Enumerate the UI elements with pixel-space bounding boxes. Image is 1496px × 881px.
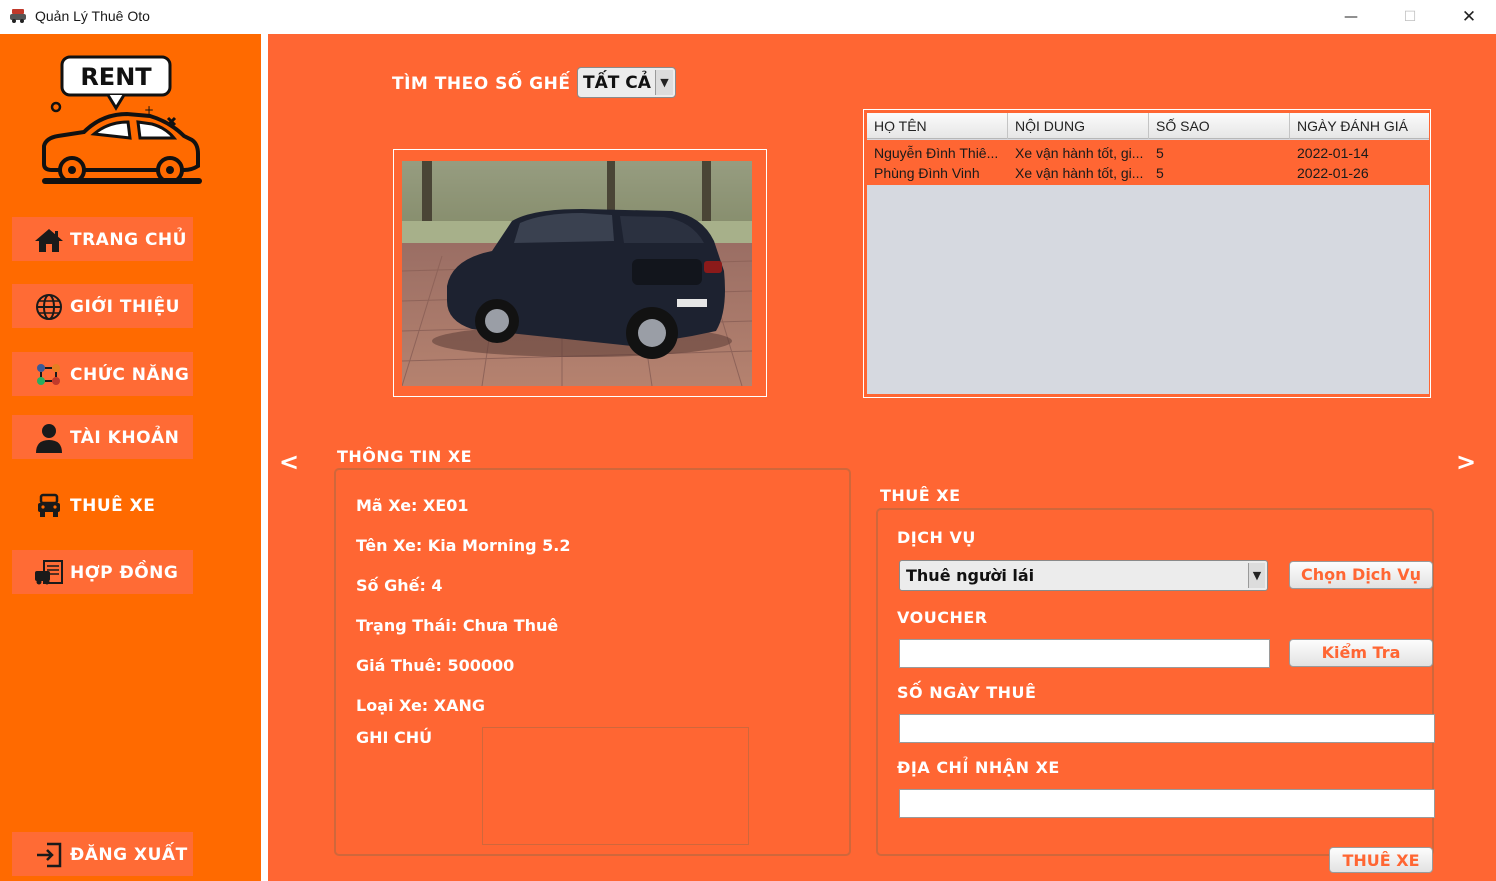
review-date: 2022-01-14 bbox=[1297, 145, 1369, 161]
chevron-down-icon[interactable]: ▼ bbox=[655, 70, 673, 95]
table-row[interactable]: Nguyễn Đình Thiê... Xe vận hành tốt, gi.… bbox=[867, 143, 1429, 163]
car-photo bbox=[402, 161, 752, 386]
column-header-name[interactable]: HỌ TÊN bbox=[867, 113, 1008, 139]
voucher-input[interactable] bbox=[899, 639, 1270, 668]
review-stars: 5 bbox=[1156, 165, 1164, 181]
review-name: Phùng Đình Vinh bbox=[874, 165, 980, 181]
sidebar-item-label: GIỚI THIỆU bbox=[70, 297, 180, 317]
user-icon bbox=[34, 424, 64, 453]
rent-panel: DỊCH VỤ Thuê người lái ▼ Chọn Dịch Vụ VO… bbox=[876, 508, 1435, 873]
rent-title: THUÊ XE bbox=[880, 486, 961, 505]
logout-icon bbox=[34, 841, 64, 869]
check-voucher-button[interactable]: Kiểm Tra bbox=[1289, 639, 1433, 667]
rent-submit-button[interactable]: THUÊ XE bbox=[1329, 847, 1433, 873]
car-photo-frame bbox=[393, 149, 767, 397]
column-header-date[interactable]: NGÀY ĐÁNH GIÁ bbox=[1290, 113, 1429, 139]
main-panel: TÌM THEO SỐ GHẾ TẤT CẢ ▼ HỌ TÊN NỘI DUNG… bbox=[268, 34, 1496, 881]
chevron-down-icon[interactable]: ▼ bbox=[1248, 563, 1265, 588]
sidebar-item-home[interactable]: TRANG CHỦ bbox=[12, 217, 193, 261]
car-seats: Số Ghế: 4 bbox=[356, 576, 443, 595]
service-label: DỊCH VỤ bbox=[897, 528, 976, 547]
rent-logo: + RENT bbox=[42, 55, 202, 184]
review-content: Xe vận hành tốt, gi... bbox=[1015, 145, 1144, 161]
sidebar-item-label: TRANG CHỦ bbox=[70, 230, 187, 250]
car-id: Mã Xe: XE01 bbox=[356, 496, 469, 515]
pickup-address-input[interactable] bbox=[899, 789, 1435, 818]
service-select[interactable]: Thuê người lái ▼ bbox=[899, 560, 1268, 591]
app-car-icon bbox=[10, 9, 26, 23]
column-header-stars[interactable]: SỐ SAO bbox=[1149, 113, 1290, 139]
maximize-button[interactable]: ☐ bbox=[1381, 0, 1439, 34]
contract-icon bbox=[34, 559, 64, 587]
pickup-address-label: ĐỊA CHỈ NHẬN XE bbox=[897, 758, 1060, 777]
sidebar-item-label: TÀI KHOẢN bbox=[70, 428, 180, 448]
next-car-button[interactable]: > bbox=[1456, 448, 1476, 476]
seat-filter-label: TÌM THEO SỐ GHẾ bbox=[392, 74, 571, 94]
globe-icon bbox=[34, 293, 64, 321]
sidebar-item-about[interactable]: GIỚI THIỆU bbox=[12, 284, 193, 328]
review-name: Nguyễn Đình Thiê... bbox=[874, 145, 999, 161]
table-row[interactable]: Phùng Đình Vinh Xe vận hành tốt, gi... 5… bbox=[867, 163, 1429, 183]
sidebar-item-label: CHỨC NĂNG bbox=[70, 365, 190, 385]
car-type: Loại Xe: XANG bbox=[356, 696, 486, 715]
car-status: Trạng Thái: Chưa Thuê bbox=[356, 616, 559, 635]
sidebar-item-contract[interactable]: HỢP ĐỒNG bbox=[12, 550, 193, 594]
reviews-table-header: HỌ TÊN NỘI DUNG SỐ SAO NGÀY ĐÁNH GIÁ bbox=[867, 113, 1429, 139]
review-content: Xe vận hành tốt, gi... bbox=[1015, 165, 1144, 181]
note-label: GHI CHÚ bbox=[356, 728, 433, 747]
car-name: Tên Xe: Kia Morning 5.2 bbox=[356, 536, 571, 555]
sidebar: + RENT TRANG CHỦ GIỚI THIỆU CHỨC NĂNG TÀ… bbox=[0, 34, 261, 881]
voucher-label: VOUCHER bbox=[897, 608, 988, 627]
car-info-panel: Mã Xe: XE01 Tên Xe: Kia Morning 5.2 Số G… bbox=[334, 468, 851, 856]
logo-text: RENT bbox=[80, 63, 152, 91]
home-icon bbox=[34, 226, 64, 254]
features-icon bbox=[34, 361, 64, 389]
sidebar-divider bbox=[261, 34, 268, 881]
seat-filter-select[interactable]: TẤT CẢ ▼ bbox=[577, 67, 676, 98]
sidebar-item-account[interactable]: TÀI KHOẢN bbox=[12, 415, 193, 459]
previous-car-button[interactable]: < bbox=[279, 448, 299, 476]
reviews-table-body: Nguyễn Đình Thiê... Xe vận hành tốt, gi.… bbox=[867, 140, 1429, 185]
review-date: 2022-01-26 bbox=[1297, 165, 1369, 181]
sidebar-item-label: HỢP ĐỒNG bbox=[70, 563, 179, 583]
logout-button[interactable]: ĐĂNG XUẤT bbox=[12, 832, 193, 876]
logout-label: ĐĂNG XUẤT bbox=[70, 845, 188, 865]
seat-filter-value: TẤT CẢ bbox=[583, 72, 651, 93]
choose-service-button[interactable]: Chọn Dịch Vụ bbox=[1289, 561, 1433, 589]
car-price: Giá Thuê: 500000 bbox=[356, 656, 515, 675]
service-select-value: Thuê người lái bbox=[906, 566, 1035, 585]
rental-days-input[interactable] bbox=[899, 714, 1435, 743]
rental-days-label: SỐ NGÀY THUÊ bbox=[897, 683, 1037, 702]
sidebar-item-features[interactable]: CHỨC NĂNG bbox=[12, 352, 193, 396]
review-stars: 5 bbox=[1156, 145, 1164, 161]
window-titlebar: Quản Lý Thuê Oto — ☐ ✕ bbox=[0, 0, 1496, 34]
note-textarea[interactable] bbox=[482, 727, 749, 845]
car-info-title: THÔNG TIN XE bbox=[337, 447, 473, 466]
reviews-table-viewport[interactable]: HỌ TÊN NỘI DUNG SỐ SAO NGÀY ĐÁNH GIÁ Ngu… bbox=[867, 113, 1429, 394]
column-header-content[interactable]: NỘI DUNG bbox=[1008, 113, 1149, 139]
reviews-table: HỌ TÊN NỘI DUNG SỐ SAO NGÀY ĐÁNH GIÁ Ngu… bbox=[863, 109, 1431, 398]
sidebar-item-label: THUÊ XE bbox=[70, 496, 156, 516]
window-title: Quản Lý Thuê Oto bbox=[35, 8, 150, 24]
sidebar-item-rent[interactable]: THUÊ XE bbox=[12, 483, 193, 527]
close-button[interactable]: ✕ bbox=[1440, 0, 1496, 34]
minimize-button[interactable]: — bbox=[1322, 0, 1380, 34]
car-icon bbox=[34, 492, 64, 520]
